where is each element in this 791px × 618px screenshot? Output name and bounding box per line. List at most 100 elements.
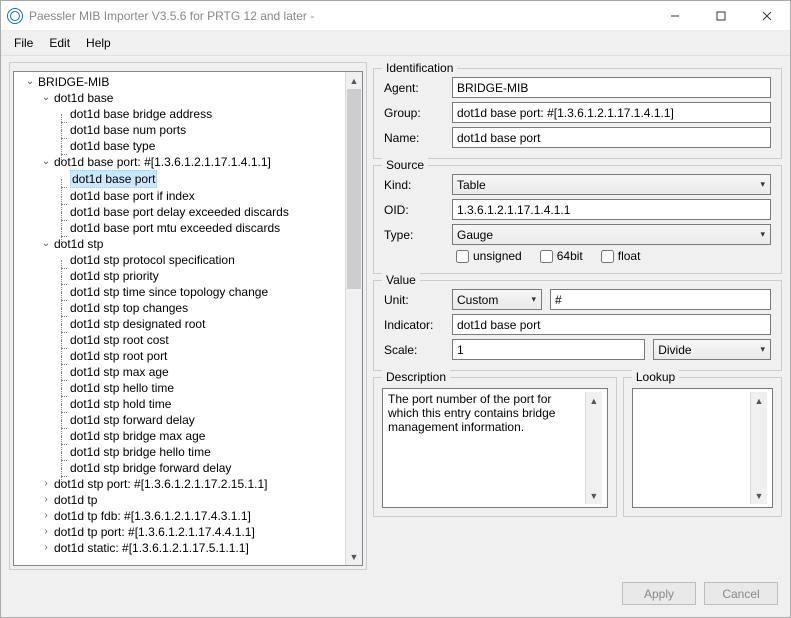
window-title: Paessler MIB Importer V3.5.6 for PRTG 12… [29,9,652,23]
scale-op-select[interactable]: Divide▾ [653,339,771,360]
group-legend: Description [382,370,450,384]
tree-leaf[interactable]: dot1d stp root port [70,348,167,364]
tree-node[interactable]: dot1d base port: #[1.3.6.1.2.1.17.1.4.1.… [54,154,271,170]
type-select[interactable]: Gauge▾ [452,224,771,245]
scroll-up-icon[interactable]: ▲ [751,392,767,409]
group-field[interactable] [452,102,771,123]
tree-scrollbar[interactable]: ▲ ▼ [345,72,362,565]
lookup-group: Lookup ▲ ▼ [623,377,782,517]
identification-group: Identification Agent: Group: Name: [373,68,782,159]
maximize-button[interactable] [698,1,744,31]
titlebar: Paessler MIB Importer V3.5.6 for PRTG 12… [1,1,790,31]
tree-leaf[interactable]: dot1d stp bridge max age [70,428,205,444]
chevron-down-icon: ▾ [531,294,536,305]
chevron-right-icon[interactable]: › [40,492,52,508]
chevron-right-icon[interactable]: › [40,508,52,524]
tree-leaf[interactable]: dot1d stp priority [70,268,159,284]
unit-text-field[interactable] [550,289,771,310]
scale-label: Scale: [384,343,444,357]
tree-leaf[interactable]: dot1d base port if index [70,188,195,204]
cancel-button[interactable]: Cancel [704,582,778,605]
apply-button[interactable]: Apply [622,582,696,605]
minimize-button[interactable] [652,1,698,31]
tree-leaf[interactable]: dot1d stp hold time [70,396,171,412]
description-group: Description The port number of the port … [373,377,617,517]
group-label: Group: [384,106,444,120]
name-field[interactable] [452,127,771,148]
tree-node[interactable]: dot1d static: #[1.3.6.1.2.1.17.5.1.1.1] [54,540,249,556]
scroll-up-icon[interactable]: ▲ [586,392,602,409]
name-label: Name: [384,131,444,145]
tree-leaf[interactable]: dot1d base port mtu exceeded discards [70,220,280,236]
tree-leaf[interactable]: dot1d stp max age [70,364,169,380]
close-button[interactable] [744,1,790,31]
menu-edit[interactable]: Edit [42,33,77,53]
tree-leaf[interactable]: dot1d stp protocol specification [70,252,235,268]
menubar: File Edit Help [1,31,790,56]
footer: Apply Cancel [1,574,790,617]
unsigned-checkbox[interactable]: unsigned [456,249,522,263]
chevron-right-icon[interactable]: › [40,476,52,492]
chevron-down-icon: ▾ [760,179,765,190]
agent-label: Agent: [384,81,444,95]
chevron-down-icon[interactable]: ⌄ [24,74,36,90]
tree-leaf[interactable]: dot1d stp hello time [70,380,174,396]
tree-leaf[interactable]: dot1d base num ports [70,122,186,138]
chevron-down-icon: ▾ [760,344,765,355]
lookup-box[interactable]: ▲ ▼ [632,388,773,508]
chevron-down-icon[interactable]: ⌄ [40,154,52,170]
chevron-right-icon[interactable]: › [40,524,52,540]
scroll-up-icon[interactable]: ▲ [346,72,362,89]
kind-select[interactable]: Table▾ [452,174,771,195]
indicator-label: Indicator: [384,318,444,332]
scroll-down-icon[interactable]: ▼ [751,487,767,504]
tree-leaf[interactable]: dot1d stp time since topology change [70,284,268,300]
description-scrollbar[interactable]: ▲ ▼ [585,392,602,504]
agent-field[interactable] [452,77,771,98]
description-box[interactable]: The port number of the port for which th… [382,388,608,508]
scroll-down-icon[interactable]: ▼ [586,487,602,504]
value-group: Value Unit: Custom▾ Indicator: Scale: Di… [373,280,782,371]
tree-node[interactable]: dot1d base [54,90,113,106]
detail-panel: Identification Agent: Group: Name: Sourc… [373,62,782,570]
menu-file[interactable]: File [7,33,40,53]
mib-tree[interactable]: ⌄BRIDGE-MIB ⌄dot1d base dot1d base bridg… [14,72,345,565]
group-legend: Lookup [632,370,679,384]
group-legend: Source [382,158,428,172]
lookup-scrollbar[interactable]: ▲ ▼ [750,392,767,504]
indicator-field[interactable] [452,314,771,335]
description-text: The port number of the port for which th… [388,392,585,504]
tree-node[interactable]: dot1d tp fdb: #[1.3.6.1.2.1.17.4.3.1.1] [54,508,251,524]
unit-label: Unit: [384,293,444,307]
tree-root[interactable]: BRIDGE-MIB [38,74,109,90]
tree-leaf[interactable]: dot1d base type [70,138,155,154]
tree-node[interactable]: dot1d tp port: #[1.3.6.1.2.1.17.4.4.1.1] [54,524,255,540]
float-checkbox[interactable]: float [601,249,641,263]
tree-node[interactable]: dot1d stp [54,236,103,252]
tree-node[interactable]: dot1d tp [54,492,97,508]
tree-leaf[interactable]: dot1d stp root cost [70,332,169,348]
tree-leaf[interactable]: dot1d base bridge address [70,106,212,122]
scale-field[interactable] [452,339,645,360]
tree-leaf[interactable]: dot1d stp bridge hello time [70,444,211,460]
oid-field[interactable] [452,199,771,220]
chevron-down-icon[interactable]: ⌄ [40,236,52,252]
tree-panel: ⌄BRIDGE-MIB ⌄dot1d base dot1d base bridg… [9,62,367,570]
tree-leaf[interactable]: dot1d stp bridge forward delay [70,460,231,476]
tree-leaf[interactable]: dot1d stp top changes [70,300,188,316]
tree-leaf-selected[interactable]: dot1d base port [70,170,157,188]
unit-select[interactable]: Custom▾ [452,289,542,310]
menu-help[interactable]: Help [79,33,118,53]
tree-leaf[interactable]: dot1d stp designated root [70,316,205,332]
tree-leaf[interactable]: dot1d base port delay exceeded discards [70,204,289,220]
tree-leaf[interactable]: dot1d stp forward delay [70,412,195,428]
chevron-right-icon[interactable]: › [40,540,52,556]
tree-node[interactable]: dot1d stp port: #[1.3.6.1.2.1.17.2.15.1.… [54,476,268,492]
group-legend: Identification [382,61,457,75]
oid-label: OID: [384,203,444,217]
scroll-down-icon[interactable]: ▼ [346,548,362,565]
source-group: Source Kind:Table▾ OID: Type:Gauge▾ unsi… [373,165,782,274]
chevron-down-icon[interactable]: ⌄ [40,90,52,106]
sixtyfourbit-checkbox[interactable]: 64bit [540,249,583,263]
scroll-thumb[interactable] [347,89,361,289]
